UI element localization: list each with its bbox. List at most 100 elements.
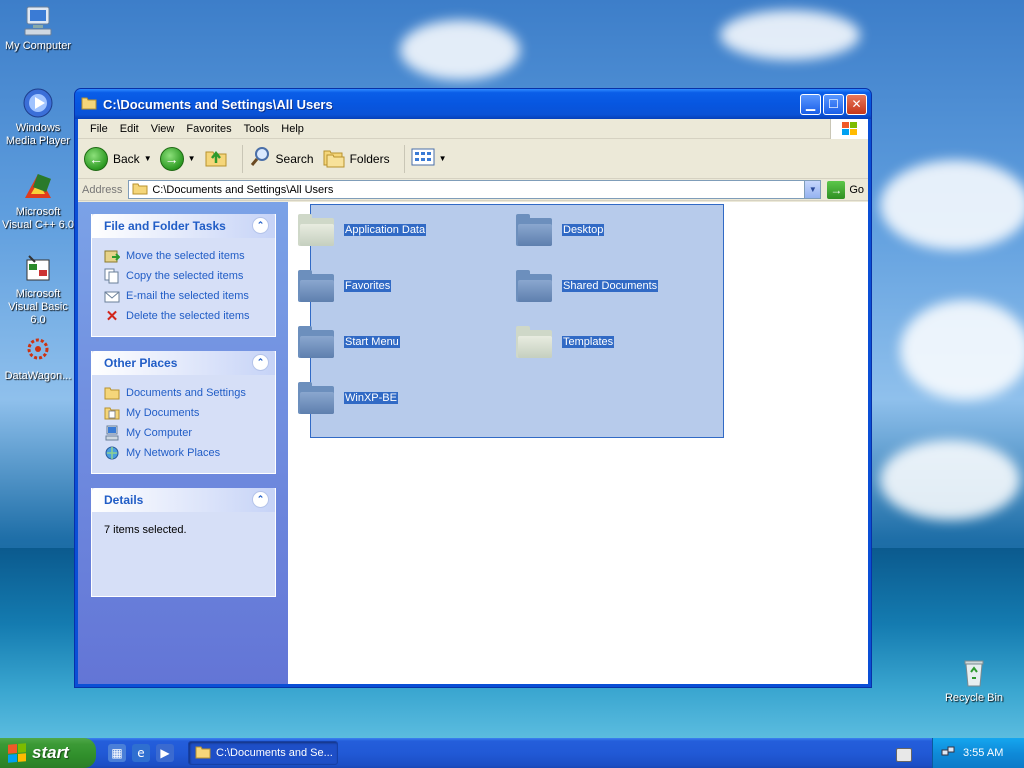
- folder-item[interactable]: Favorites: [298, 270, 392, 302]
- internet-explorer-icon[interactable]: e: [132, 744, 150, 762]
- delete-icon: ✕: [105, 308, 119, 325]
- maximize-button[interactable]: ☐: [823, 93, 844, 115]
- network-icon: [104, 445, 120, 461]
- forward-arrow-icon: →: [159, 146, 184, 171]
- folder-icon: [298, 326, 336, 358]
- go-button[interactable]: → Go: [827, 180, 864, 199]
- chevron-down-icon: ▼: [808, 185, 817, 194]
- place-label: My Network Places: [126, 447, 221, 459]
- desktop-icon-label: DataWagon...: [4, 370, 72, 382]
- folder-icon: [516, 326, 554, 358]
- desktop-icon-recycle-bin[interactable]: Recycle Bin: [936, 656, 1012, 705]
- file-list[interactable]: Application Data Desktop Favorites Share…: [288, 202, 868, 684]
- address-value: C:\Documents and Settings\All Users: [152, 183, 334, 196]
- panel-header[interactable]: Details ⌃: [92, 488, 275, 512]
- folder-item[interactable]: Shared Documents: [516, 270, 659, 302]
- panel-title: Other Places: [104, 356, 178, 370]
- panel-header[interactable]: Other Places ⌃: [92, 351, 275, 375]
- collapse-icon[interactable]: ⌃: [252, 491, 269, 508]
- place-my-documents[interactable]: My Documents: [104, 403, 265, 423]
- folder-icon: [132, 182, 148, 198]
- menu-tools[interactable]: Tools: [238, 123, 276, 135]
- back-button[interactable]: ← Back ▼: [84, 146, 152, 171]
- desktop-icon-datawagon[interactable]: DataWagon...: [0, 334, 76, 383]
- close-button[interactable]: ✕: [846, 93, 867, 115]
- desktop-icon-my-computer[interactable]: My Computer: [0, 4, 76, 53]
- folder-label: Application Data: [344, 224, 427, 236]
- taskbar-window-button[interactable]: C:\Documents and Se...: [188, 741, 338, 765]
- forward-button[interactable]: → ▼: [159, 146, 196, 171]
- clock[interactable]: 3:55 AM: [963, 747, 1003, 759]
- folder-item[interactable]: WinXP-BE: [298, 382, 398, 414]
- toolbar: ← Back ▼ → ▼ Search Folders ▼: [78, 139, 868, 179]
- folder-label: WinXP-BE: [344, 392, 398, 404]
- desktop-icon-visual-cpp[interactable]: Microsoft Visual C++ 6.0: [0, 170, 76, 232]
- panel-header[interactable]: File and Folder Tasks ⌃: [92, 214, 275, 238]
- folder-icon: [81, 96, 97, 113]
- minimize-button[interactable]: ▁: [800, 93, 821, 115]
- folders-button[interactable]: Folders: [322, 146, 390, 171]
- go-arrow-icon: →: [827, 180, 846, 199]
- file-folder-tasks-panel: File and Folder Tasks ⌃ Move the selecte…: [91, 214, 276, 337]
- desktop-icon-label: Recycle Bin: [944, 692, 1004, 704]
- menu-view[interactable]: View: [145, 123, 181, 135]
- task-move[interactable]: Move the selected items: [104, 246, 265, 266]
- keyboard-icon[interactable]: [896, 748, 912, 762]
- chevron-down-icon[interactable]: ▼: [144, 154, 152, 163]
- task-email[interactable]: E-mail the selected items: [104, 286, 265, 306]
- place-documents-and-settings[interactable]: Documents and Settings: [104, 383, 265, 403]
- media-player-icon[interactable]: ▶: [156, 744, 174, 762]
- address-dropdown-button[interactable]: ▼: [804, 181, 821, 198]
- folder-label: Templates: [562, 336, 615, 348]
- recycle-bin-icon: [957, 656, 991, 690]
- place-label: My Documents: [126, 407, 200, 419]
- folder-item[interactable]: Start Menu: [298, 326, 400, 358]
- task-delete[interactable]: ✕ Delete the selected items: [104, 306, 265, 326]
- folder-icon: [195, 745, 211, 762]
- cloud: [880, 160, 1024, 250]
- folder-item[interactable]: Application Data: [298, 214, 427, 246]
- menu-favorites[interactable]: Favorites: [180, 123, 237, 135]
- cloud: [400, 20, 520, 80]
- search-button[interactable]: Search: [249, 145, 314, 172]
- media-player-icon: [21, 86, 55, 120]
- folder-icon: [298, 270, 336, 302]
- menu-bar: File Edit View Favorites Tools Help: [78, 119, 868, 139]
- system-tray: 3:55 AM: [932, 738, 1024, 768]
- quick-launch: ▦ e ▶: [108, 744, 174, 762]
- place-my-computer[interactable]: My Computer: [104, 423, 265, 443]
- back-label: Back: [113, 151, 140, 166]
- task-copy[interactable]: Copy the selected items: [104, 266, 265, 286]
- collapse-icon[interactable]: ⌃: [252, 217, 269, 234]
- desktop-icon-windows-media-player[interactable]: Windows Media Player: [0, 86, 76, 148]
- folder-label: Favorites: [344, 280, 392, 292]
- windows-logo-icon: [830, 119, 868, 139]
- folder-icon: [298, 382, 336, 414]
- task-label: Move the selected items: [126, 250, 245, 262]
- datawagon-icon: [21, 334, 55, 368]
- up-button[interactable]: [204, 145, 228, 172]
- toolbar-separator: [403, 144, 405, 173]
- network-tray-icon[interactable]: [941, 745, 955, 762]
- desktop-icon-label: Microsoft Visual C++ 6.0: [2, 206, 74, 231]
- desktop-icon-visual-basic[interactable]: Microsoft Visual Basic 6.0: [0, 252, 76, 327]
- start-button[interactable]: start: [0, 738, 96, 768]
- menu-help[interactable]: Help: [275, 123, 310, 135]
- folder-item[interactable]: Templates: [516, 326, 615, 358]
- show-desktop-icon[interactable]: ▦: [108, 744, 126, 762]
- folder-item[interactable]: Desktop: [516, 214, 605, 246]
- chevron-down-icon[interactable]: ▼: [188, 154, 196, 163]
- panel-title: Details: [104, 493, 144, 507]
- menu-file[interactable]: File: [84, 123, 114, 135]
- chevron-down-icon[interactable]: ▼: [439, 154, 447, 163]
- details-panel: Details ⌃ 7 items selected.: [91, 488, 276, 597]
- place-my-network-places[interactable]: My Network Places: [104, 443, 265, 463]
- views-button[interactable]: ▼: [411, 147, 447, 170]
- title-bar[interactable]: C:\Documents and Settings\All Users ▁ ☐ …: [75, 89, 871, 119]
- desktop-icon-label: Windows Media Player: [5, 122, 71, 147]
- address-input[interactable]: C:\Documents and Settings\All Users ▼: [128, 180, 822, 199]
- back-arrow-icon: ←: [84, 146, 108, 171]
- folders-icon: [322, 146, 346, 171]
- collapse-icon[interactable]: ⌃: [252, 354, 269, 371]
- menu-edit[interactable]: Edit: [114, 123, 145, 135]
